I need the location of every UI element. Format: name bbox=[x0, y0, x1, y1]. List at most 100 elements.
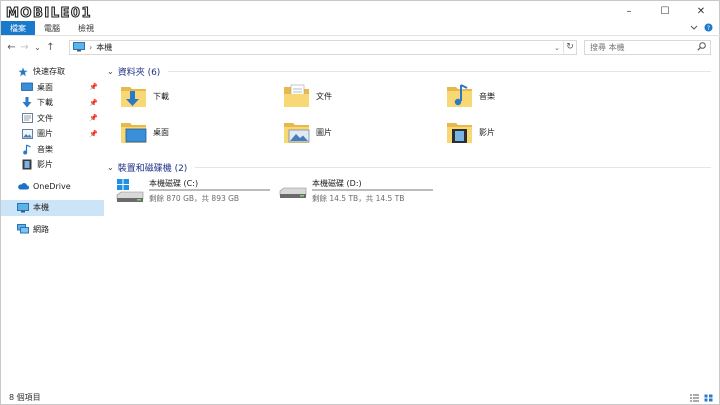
drives-group-header[interactable]: ⌄ 裝置和磁碟機 (2) bbox=[107, 160, 717, 174]
group-divider bbox=[168, 70, 711, 72]
pictures-icon bbox=[21, 128, 33, 139]
folder-label: 桌面 bbox=[153, 127, 169, 137]
sidebar-item-label: OneDrive bbox=[33, 181, 71, 191]
address-dropdown-icon[interactable]: ⌄ bbox=[551, 44, 563, 52]
folder-label: 文件 bbox=[316, 91, 332, 101]
folders-grid: 下載 文件 音樂 桌面 圖片 影片 bbox=[105, 78, 717, 152]
sidebar-item-this-pc[interactable]: 本機 bbox=[1, 200, 104, 216]
search-icon[interactable] bbox=[697, 41, 706, 54]
pin-icon[interactable]: 📌 bbox=[89, 99, 98, 107]
breadcrumb-this-pc[interactable]: 本機 bbox=[96, 42, 112, 53]
music-icon bbox=[21, 144, 33, 155]
tab-view[interactable]: 檢視 bbox=[69, 21, 103, 35]
sidebar-item-videos[interactable]: 影片 bbox=[1, 157, 104, 173]
folder-music[interactable]: 音樂 bbox=[445, 80, 595, 112]
drive-c[interactable]: 本機磁碟 (C:) 剩餘 870 GB，共 893 GB bbox=[115, 178, 275, 204]
sidebar-item-quick-access[interactable]: 快速存取 bbox=[1, 64, 104, 80]
explorer-window: MOBILE01 – ☐ ✕ 檔案 電腦 檢視 ? ← → ⌄ ↑ › 本機 ⌄… bbox=[0, 0, 720, 405]
navigation-bar: ← → ⌄ ↑ › 本機 ⌄ ↻ bbox=[1, 39, 720, 56]
sidebar-item-label: 本機 bbox=[33, 203, 49, 213]
pin-icon[interactable]: 📌 bbox=[89, 83, 98, 91]
sidebar-item-label: 圖片 bbox=[37, 129, 53, 139]
item-count: 8 個項目 bbox=[9, 393, 41, 402]
sidebar-item-label: 影片 bbox=[37, 160, 53, 170]
sidebar-item-label: 桌面 bbox=[37, 82, 53, 92]
minimize-button[interactable]: – bbox=[611, 1, 647, 21]
sidebar-item-label: 網路 bbox=[33, 224, 49, 234]
sidebar-item-desktop[interactable]: 桌面 📌 bbox=[1, 80, 104, 96]
sidebar-item-label: 音樂 bbox=[37, 144, 53, 154]
collapse-chevron-icon[interactable]: ⌄ bbox=[107, 163, 114, 172]
pictures-folder-icon bbox=[284, 123, 310, 143]
music-folder-icon bbox=[447, 84, 472, 107]
recent-locations-button[interactable]: ⌄ bbox=[31, 39, 44, 56]
folder-desktop[interactable]: 桌面 bbox=[119, 116, 269, 148]
sidebar-item-label: 下載 bbox=[37, 98, 53, 108]
status-bar: 8 個項目 bbox=[1, 390, 720, 405]
details-view-icon[interactable] bbox=[689, 393, 699, 402]
close-button[interactable]: ✕ bbox=[683, 1, 719, 21]
sidebar-item-network[interactable]: 網路 bbox=[1, 222, 104, 238]
refresh-button[interactable]: ↻ bbox=[563, 41, 576, 54]
download-icon bbox=[21, 97, 33, 108]
search-box[interactable] bbox=[584, 40, 711, 55]
pin-icon[interactable]: 📌 bbox=[89, 130, 98, 138]
forward-button[interactable]: → bbox=[18, 39, 31, 56]
back-button[interactable]: ← bbox=[5, 39, 18, 56]
view-switcher bbox=[689, 393, 713, 402]
folders-group-header[interactable]: ⌄ 資料夾 (6) bbox=[107, 64, 717, 78]
search-input[interactable] bbox=[590, 43, 690, 52]
ribbon-tabs: 檔案 電腦 檢視 ? bbox=[1, 21, 720, 36]
drive-size: 剩餘 870 GB，共 893 GB bbox=[149, 194, 240, 203]
pin-icon[interactable]: 📌 bbox=[89, 114, 98, 122]
drive-d[interactable]: 本機磁碟 (D:) 剩餘 14.5 TB，共 14.5 TB bbox=[278, 178, 438, 204]
this-pc-icon bbox=[73, 41, 85, 54]
videos-icon bbox=[21, 159, 33, 170]
up-button[interactable]: ↑ bbox=[44, 39, 57, 56]
star-icon bbox=[17, 66, 29, 77]
svg-text:?: ? bbox=[707, 25, 710, 32]
folder-documents[interactable]: 文件 bbox=[282, 80, 432, 112]
sidebar-item-onedrive[interactable]: OneDrive bbox=[1, 179, 104, 195]
system-drive-icon bbox=[116, 179, 144, 202]
breadcrumb-chevron-icon: › bbox=[89, 43, 93, 52]
folder-label: 音樂 bbox=[479, 91, 495, 101]
tab-computer[interactable]: 電腦 bbox=[35, 21, 69, 35]
folder-pictures[interactable]: 圖片 bbox=[282, 116, 432, 148]
drive-size: 剩餘 14.5 TB，共 14.5 TB bbox=[312, 194, 405, 203]
drive-info: 本機磁碟 (D:) 剩餘 14.5 TB，共 14.5 TB bbox=[312, 178, 433, 204]
documents-folder-icon bbox=[284, 84, 309, 107]
collapse-chevron-icon[interactable]: ⌄ bbox=[107, 67, 114, 76]
folder-label: 圖片 bbox=[316, 127, 332, 137]
sidebar-item-music[interactable]: 音樂 bbox=[1, 142, 104, 158]
drive-usage-bar bbox=[312, 189, 433, 191]
tiles-view-icon[interactable] bbox=[703, 393, 713, 402]
sidebar-item-downloads[interactable]: 下載 📌 bbox=[1, 95, 104, 111]
sidebar-item-label: 快速存取 bbox=[33, 67, 65, 77]
drive-info: 本機磁碟 (C:) 剩餘 870 GB，共 893 GB bbox=[149, 178, 270, 204]
group-divider bbox=[195, 166, 711, 168]
help-icon[interactable]: ? bbox=[704, 23, 713, 34]
folder-label: 下載 bbox=[153, 91, 169, 101]
address-bar[interactable]: › 本機 ⌄ ↻ bbox=[69, 40, 577, 55]
drive-usage-bar bbox=[149, 189, 270, 191]
this-pc-icon bbox=[17, 202, 29, 213]
desktop-folder-icon bbox=[121, 123, 147, 143]
tab-file[interactable]: 檔案 bbox=[1, 21, 35, 35]
sidebar-item-documents[interactable]: 文件 📌 bbox=[1, 111, 104, 127]
content-pane: ⌄ 資料夾 (6) 下載 文件 音樂 桌面 圖片 影片 ⌄ 裝置和磁碟機 (2)… bbox=[105, 59, 717, 389]
hard-drive-icon bbox=[279, 187, 307, 198]
group-title: 裝置和磁碟機 (2) bbox=[117, 163, 188, 174]
svg-text:MOBILE01: MOBILE01 bbox=[6, 6, 92, 21]
navigation-pane: 快速存取 桌面 📌 下載 📌 文件 📌 圖片 📌 音樂 影片 OneDrive … bbox=[1, 64, 104, 389]
folder-videos[interactable]: 影片 bbox=[445, 116, 595, 148]
mobile01-logo: MOBILE01 bbox=[4, 3, 126, 21]
ribbon-right-controls: ? bbox=[690, 21, 720, 35]
expand-ribbon-icon[interactable] bbox=[690, 24, 698, 33]
drives-grid: 本機磁碟 (C:) 剩餘 870 GB，共 893 GB 本機磁碟 (D:) 剩… bbox=[105, 174, 717, 214]
folder-downloads[interactable]: 下載 bbox=[119, 80, 269, 112]
documents-icon bbox=[21, 113, 33, 124]
maximize-button[interactable]: ☐ bbox=[647, 1, 683, 21]
sidebar-item-pictures[interactable]: 圖片 📌 bbox=[1, 126, 104, 142]
network-icon bbox=[17, 224, 29, 235]
